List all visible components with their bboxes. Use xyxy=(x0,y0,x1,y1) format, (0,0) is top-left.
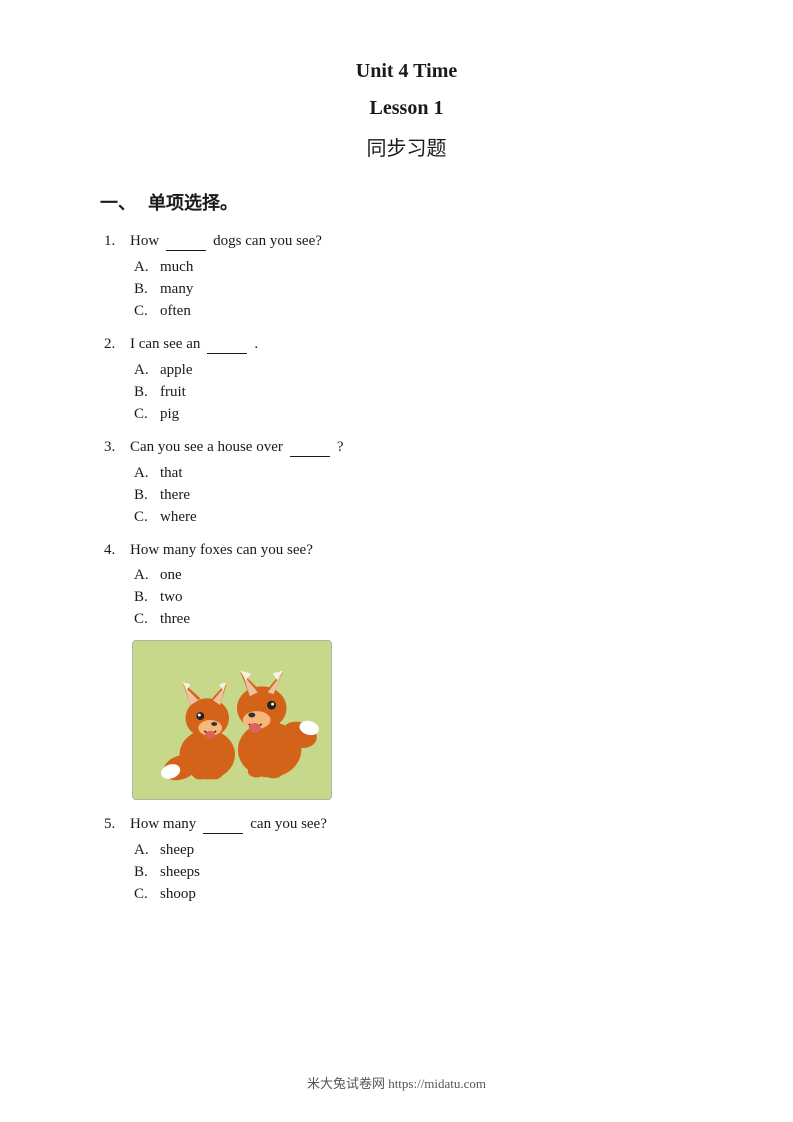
question-text-before: Can you see a house over xyxy=(130,439,283,456)
question-blank xyxy=(203,816,243,834)
section-title: 单项选择。 xyxy=(148,189,238,215)
option-item: A. one xyxy=(134,567,713,584)
option-item: B. two xyxy=(134,589,713,606)
fox-image xyxy=(132,640,332,800)
option-label: C. xyxy=(134,406,154,423)
option-text: one xyxy=(160,567,182,584)
option-item: C. three xyxy=(134,611,713,628)
option-item: C. where xyxy=(134,509,713,526)
question-text-full: How many foxes can you see? xyxy=(130,542,313,559)
question-text-before: I can see an xyxy=(130,336,200,353)
option-text: shoop xyxy=(160,886,196,903)
subtitle: 同步习题 xyxy=(100,132,713,161)
question-number: 2. xyxy=(104,336,126,353)
options-list: A. sheep B. sheeps C. shoop xyxy=(104,842,713,903)
question-text: 1.How dogs can you see? xyxy=(104,233,713,251)
option-text: much xyxy=(160,259,193,276)
option-item: C. shoop xyxy=(134,886,713,903)
option-item: C. pig xyxy=(134,406,713,423)
section-label: 一、 xyxy=(100,189,136,215)
option-item: B. fruit xyxy=(134,384,713,401)
question-number: 3. xyxy=(104,439,126,456)
option-label: C. xyxy=(134,509,154,526)
section-header: 一、 单项选择。 xyxy=(100,189,713,215)
question-text-before: How many xyxy=(130,816,196,833)
option-text: sheeps xyxy=(160,864,200,881)
question-number: 5. xyxy=(104,816,126,833)
question-number: 4. xyxy=(104,542,126,559)
option-label: C. xyxy=(134,886,154,903)
option-label: B. xyxy=(134,589,154,606)
option-text: two xyxy=(160,589,183,606)
question-block: 5.How many can you see? A. sheep B. sheeps C.… xyxy=(100,816,713,903)
question-text-after: . xyxy=(254,336,258,353)
options-list: A. one B. two C. three xyxy=(104,567,713,628)
option-text: fruit xyxy=(160,384,186,401)
question-text-after: can you see? xyxy=(250,816,327,833)
lesson-title: Lesson 1 xyxy=(100,97,713,120)
option-label: B. xyxy=(134,864,154,881)
question-number: 1. xyxy=(104,233,126,250)
option-label: B. xyxy=(134,384,154,401)
option-label: A. xyxy=(134,362,154,379)
question-text-after: ? xyxy=(337,439,344,456)
option-label: B. xyxy=(134,487,154,504)
options-list: A. that B. there C. where xyxy=(104,465,713,526)
option-label: C. xyxy=(134,611,154,628)
option-item: A. much xyxy=(134,259,713,276)
question-block: 3.Can you see a house over ? A. that B. ther… xyxy=(100,439,713,526)
question-block: 1.How dogs can you see? A. much B. many C. oft… xyxy=(100,233,713,320)
option-text: that xyxy=(160,465,183,482)
question-text: 3.Can you see a house over ? xyxy=(104,439,713,457)
option-text: where xyxy=(160,509,197,526)
question-blank xyxy=(290,439,330,457)
fox-svg xyxy=(133,640,331,800)
option-text: sheep xyxy=(160,842,194,859)
option-text: often xyxy=(160,303,191,320)
options-list: A. much B. many C. often xyxy=(104,259,713,320)
option-item: B. sheeps xyxy=(134,864,713,881)
question-text: 2.I can see an . xyxy=(104,336,713,354)
option-item: B. many xyxy=(134,281,713,298)
option-label: A. xyxy=(134,465,154,482)
option-text: three xyxy=(160,611,190,628)
question-block: 2.I can see an . A. apple B. fruit C. pig xyxy=(100,336,713,423)
question-block: 4.How many foxes can you see? A. one B. two C… xyxy=(100,542,713,800)
question-blank xyxy=(207,336,247,354)
option-item: A. sheep xyxy=(134,842,713,859)
option-label: A. xyxy=(134,567,154,584)
option-item: A. apple xyxy=(134,362,713,379)
footer-text: 米大兔试卷网 https://midatu.com xyxy=(0,1073,793,1092)
option-item: A. that xyxy=(134,465,713,482)
option-label: C. xyxy=(134,303,154,320)
option-text: many xyxy=(160,281,193,298)
option-item: C. often xyxy=(134,303,713,320)
option-text: apple xyxy=(160,362,192,379)
question-text: 4.How many foxes can you see? xyxy=(104,542,713,559)
option-item: B. there xyxy=(134,487,713,504)
option-label: A. xyxy=(134,259,154,276)
question-text-after: dogs can you see? xyxy=(213,233,322,250)
question-text-before: How xyxy=(130,233,159,250)
question-blank xyxy=(166,233,206,251)
option-text: pig xyxy=(160,406,179,423)
question-text: 5.How many can you see? xyxy=(104,816,713,834)
option-label: A. xyxy=(134,842,154,859)
option-text: there xyxy=(160,487,190,504)
options-list: A. apple B. fruit C. pig xyxy=(104,362,713,423)
option-label: B. xyxy=(134,281,154,298)
unit-title: Unit 4 Time xyxy=(100,60,713,83)
